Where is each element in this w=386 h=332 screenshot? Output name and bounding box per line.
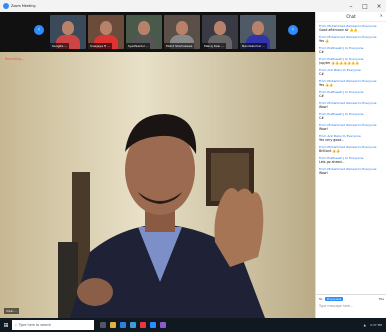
- chat-message: From Pratheesh J to Everyone C#: [319, 112, 385, 120]
- next-page-button[interactable]: ›: [288, 25, 298, 35]
- chat-message-text: C#: [319, 116, 324, 120]
- taskbar-apps: [100, 322, 166, 328]
- file-explorer-icon[interactable]: [110, 322, 116, 328]
- recipient-select[interactable]: Everyone: [325, 297, 344, 301]
- chat-message: From Mohammed Zameel to Everyone Brillian…: [319, 145, 385, 153]
- chat-message: From Pratheesh J to Everyone Jupyter 👍👍👍👍…: [319, 57, 385, 65]
- chat-message-sender: From Mohammed Zameel to Everyone: [319, 123, 377, 127]
- chat-messages: From Mohammed Zameel to Everyone Good aft…: [319, 24, 385, 294]
- chat-message: From Pratheesh J to Everyone C#: [319, 90, 385, 98]
- network-icon[interactable]: ▲: [364, 323, 366, 327]
- file-button[interactable]: File: [379, 297, 384, 301]
- chat-message: From Pratheesh J to Everyone Lets go ahea…: [319, 156, 385, 164]
- system-tray: ▲ 4:37 PM: [364, 323, 386, 327]
- chat-message-text: Wow!: [319, 127, 328, 131]
- close-button[interactable]: ×: [372, 0, 386, 12]
- chat-message: From Mohammed Zameel to Everyone Yes 👍: [319, 35, 385, 43]
- active-speaker-video: Recording... Vipin ...: [0, 52, 315, 318]
- chat-message-text: C#: [319, 94, 324, 98]
- chat-message-text: C#: [319, 72, 324, 76]
- chat-message: From Mohammed Zameel to Everyone Good aft…: [319, 24, 385, 32]
- participant-name: Mohd Shahnawaz: [164, 43, 195, 49]
- chat-close-icon[interactable]: ✕: [380, 13, 383, 18]
- recording-indicator: Recording...: [5, 57, 24, 61]
- minimize-button[interactable]: –: [344, 0, 358, 12]
- participant-thumbnail[interactable]: Mohd Shahnawaz: [164, 15, 200, 49]
- participant-name: Sangita ...: [50, 43, 70, 49]
- title-bar: Zoom Meeting – □ ×: [0, 0, 386, 12]
- participant-thumbnail[interactable]: Sreejaya H ...: [88, 15, 124, 49]
- chat-message: From Anil Babu to Everyone C#: [319, 68, 385, 76]
- zoom-taskbar-icon[interactable]: [150, 322, 156, 328]
- chat-message-text: Yes very good...: [319, 138, 345, 142]
- speaker-scene: [0, 52, 315, 318]
- participant-thumbnail[interactable]: Nandakumar ...: [240, 15, 276, 49]
- task-view-icon[interactable]: [100, 322, 106, 328]
- chat-message-text: Wow!: [319, 171, 328, 175]
- participant-name: SyedSaidul ...: [126, 43, 151, 49]
- chat-message-text: Lets go ahead...: [319, 160, 345, 164]
- participant-thumbnail[interactable]: Sangita ...: [50, 15, 86, 49]
- chat-message-sender: From Mohammed Zameel to Everyone: [319, 167, 377, 171]
- chat-message-text: Jupyter 👍👍👍👍👍👍👍: [319, 61, 360, 65]
- chat-message: From Mohammed Zameel to Everyone Yes 👍👍: [319, 79, 385, 87]
- to-label: To:: [319, 297, 324, 301]
- chat-message-text: Yes 👍: [319, 39, 330, 43]
- participant-name: Sreejaya H ...: [88, 43, 113, 49]
- windows-taskbar: ⊞ ⌕ Type here to search ▲ 4:37 PM: [0, 318, 386, 332]
- window-title: Zoom Meeting: [11, 4, 36, 8]
- meeting-area: ‹ Sangita ... Sreejaya H ... SyedSaidul …: [0, 12, 315, 318]
- chat-panel: Chat ✕ From Mohammed Zameel to Everyone G…: [315, 12, 386, 318]
- chat-message-text: Wow!: [319, 105, 328, 109]
- chat-message: From Mohammed Zameel to Everyone Wow!: [319, 123, 385, 131]
- participant-thumbnail[interactable]: Manoj Kasi ...: [202, 15, 238, 49]
- chat-message: From Mohammed Zameel to Everyone Wow!: [319, 101, 385, 109]
- participant-strip: ‹ Sangita ... Sreejaya H ... SyedSaidul …: [0, 12, 315, 52]
- app-icon[interactable]: [160, 322, 166, 328]
- chat-header: Chat ✕: [316, 12, 386, 22]
- chat-input[interactable]: Type message here...: [319, 304, 384, 308]
- chat-message-text: Brilliant 👍👍: [319, 149, 341, 153]
- chat-message-text: Good afternoon sir 👍👍: [319, 28, 358, 32]
- zoom-app-icon: [3, 3, 9, 9]
- chat-message-text: Yes 👍👍: [319, 83, 334, 87]
- prev-page-button[interactable]: ‹: [34, 25, 44, 35]
- browser-icon[interactable]: [120, 322, 126, 328]
- store-icon[interactable]: [130, 322, 136, 328]
- participant-name: Nandakumar ...: [240, 43, 268, 49]
- windows-start-icon[interactable]: ⊞: [0, 318, 12, 332]
- participant-name: Manoj Kasi ...: [202, 43, 226, 49]
- search-icon: ⌕: [15, 323, 17, 327]
- taskbar-search-input[interactable]: ⌕ Type here to search: [12, 320, 94, 330]
- chrome-icon[interactable]: [140, 322, 146, 328]
- chat-message: From Anil Babu to Everyone Yes very good.…: [319, 134, 385, 142]
- chat-compose: To: Everyone File Type message here...: [316, 294, 386, 318]
- chat-message-sender: From Mohammed Zameel to Everyone: [319, 101, 377, 105]
- speaker-name-label: Vipin ...: [4, 308, 20, 314]
- chat-message: From Pratheesh J to Everyone C#: [319, 46, 385, 54]
- chat-message-text: C#: [319, 50, 324, 54]
- clock[interactable]: 4:37 PM: [370, 323, 382, 327]
- chat-message: From Mohammed Zameel to Everyone Wow!: [319, 167, 385, 175]
- participant-thumbnail[interactable]: SyedSaidul ...: [126, 15, 162, 49]
- maximize-button[interactable]: □: [358, 0, 372, 12]
